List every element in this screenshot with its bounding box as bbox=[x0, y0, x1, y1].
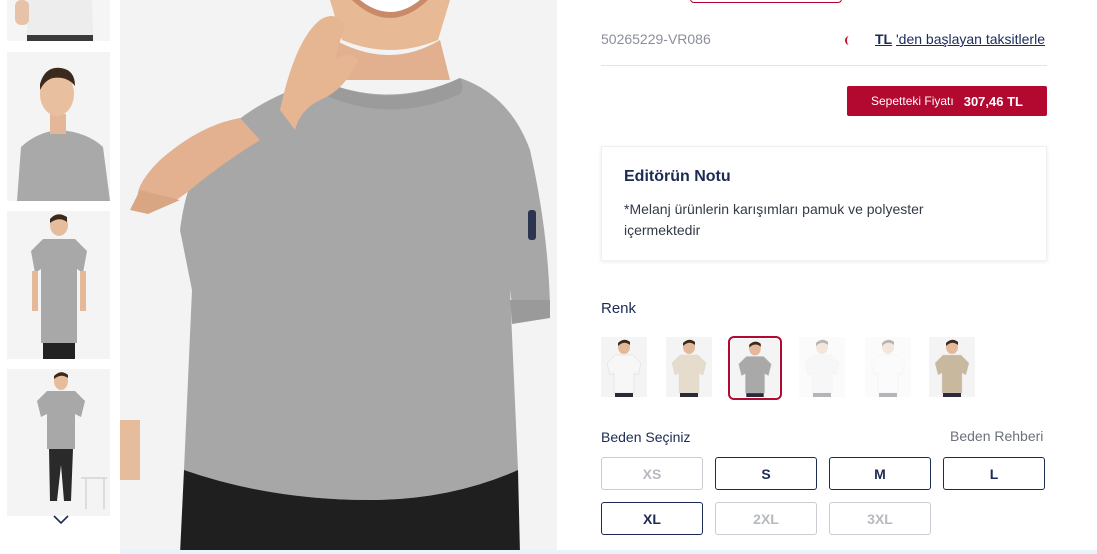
size-option-s[interactable]: S bbox=[715, 457, 817, 490]
size-option-2xl[interactable]: 2XL bbox=[715, 502, 817, 535]
installment-text: 'den başlayan taksitlerle bbox=[896, 31, 1045, 47]
thumbnail-front-closeup[interactable] bbox=[7, 0, 110, 41]
color-swatch-grey-melange[interactable] bbox=[728, 336, 782, 400]
size-guide-link[interactable]: Beden Rehberi bbox=[950, 428, 1043, 444]
size-option-xs[interactable]: XS bbox=[601, 457, 703, 490]
thumbnail-image bbox=[7, 52, 110, 201]
thumbnail-full-body[interactable] bbox=[7, 369, 110, 516]
size-option-xl[interactable]: XL bbox=[601, 502, 703, 535]
thumbnail-image bbox=[7, 211, 110, 359]
installment-icon bbox=[845, 36, 853, 45]
color-swatch-sand[interactable] bbox=[929, 337, 975, 397]
swatch-image bbox=[666, 337, 712, 397]
size-option-m[interactable]: M bbox=[829, 457, 931, 490]
swatch-image bbox=[732, 339, 778, 397]
thumbnail-full-front[interactable] bbox=[7, 211, 110, 359]
thumbnail-image bbox=[7, 369, 110, 516]
color-swatch-white[interactable] bbox=[601, 337, 647, 397]
thumbnail-strip bbox=[0, 0, 120, 554]
chevron-down-icon[interactable] bbox=[51, 511, 71, 527]
thumbnail-image bbox=[7, 0, 110, 41]
basket-price-badge: Sepetteki Fiyatı 307,46 TL bbox=[847, 86, 1047, 116]
color-swatch-white-2[interactable] bbox=[865, 337, 911, 397]
editor-note-box: Editörün Notu *Melanj ürünlerin karışıml… bbox=[601, 146, 1047, 261]
swatch-image bbox=[865, 337, 911, 397]
editor-note-text: *Melanj ürünlerin karışımları pamuk ve p… bbox=[624, 201, 924, 238]
color-swatch-light-grey[interactable] bbox=[799, 337, 845, 397]
basket-price-label: Sepetteki Fiyatı bbox=[871, 94, 954, 108]
installment-currency: TL bbox=[875, 31, 893, 47]
thumbnail-side-portrait[interactable] bbox=[7, 52, 110, 201]
swatch-image bbox=[929, 337, 975, 397]
editor-note-title: Editörün Notu bbox=[624, 168, 731, 185]
swatch-image bbox=[601, 337, 647, 397]
size-option-l[interactable]: L bbox=[943, 457, 1045, 490]
bottom-edge bbox=[120, 550, 1097, 554]
installment-link[interactable]: TL 'den başlayan taksitlerle bbox=[845, 31, 1045, 47]
basket-price-amount: 307,46 TL bbox=[963, 93, 1023, 109]
size-label: Beden Seçiniz bbox=[601, 429, 691, 445]
divider bbox=[601, 65, 1047, 66]
main-product-image[interactable] bbox=[120, 0, 557, 554]
color-swatch-beige[interactable] bbox=[666, 337, 712, 397]
swatch-image bbox=[799, 337, 845, 397]
size-option-3xl[interactable]: 3XL bbox=[829, 502, 931, 535]
product-sku: 50265229-VR086 bbox=[601, 31, 711, 47]
add-to-cart-button-edge[interactable] bbox=[690, 0, 842, 3]
color-label: Renk bbox=[601, 300, 637, 317]
